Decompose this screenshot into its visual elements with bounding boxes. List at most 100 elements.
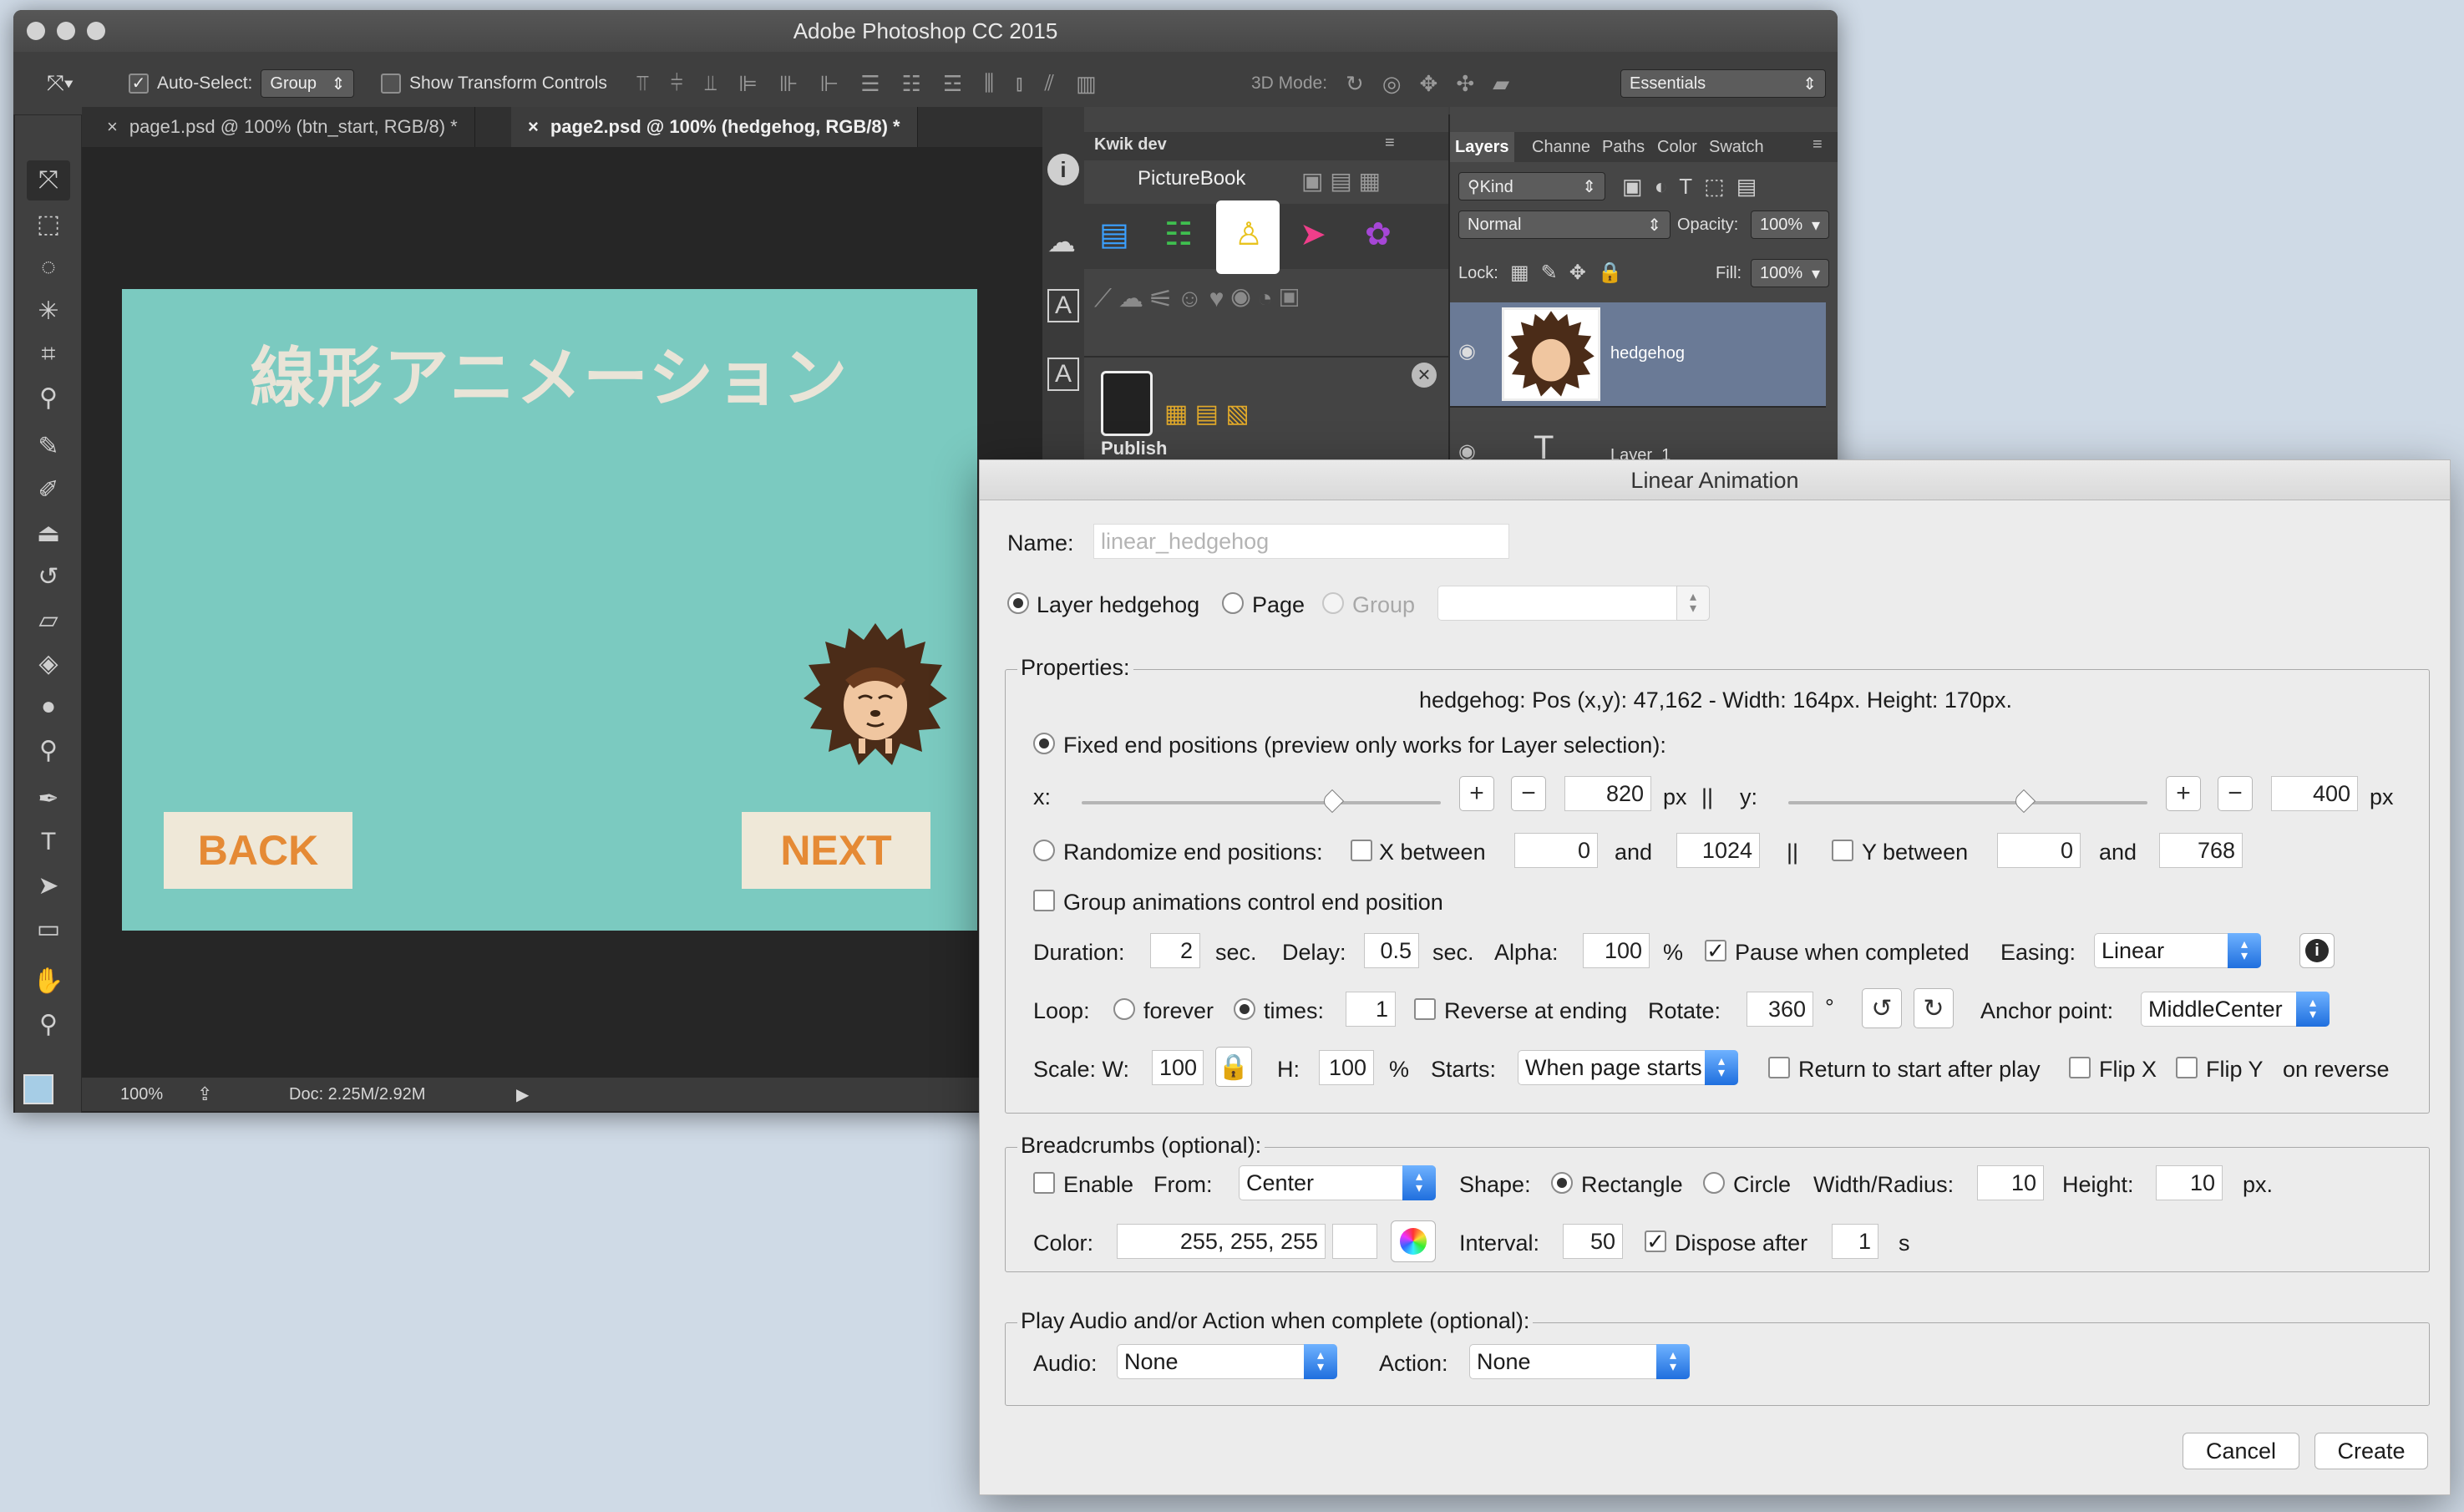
- pan-3d-icon[interactable]: ✥: [1420, 71, 1438, 97]
- kwik-layers-icon[interactable]: ☷: [1164, 216, 1193, 253]
- history-brush-tool-icon[interactable]: ↺: [27, 556, 70, 596]
- y-value-input[interactable]: 400: [2271, 776, 2358, 811]
- loop-times-radio[interactable]: [1234, 998, 1255, 1020]
- dodge-tool-icon[interactable]: ⚲: [27, 730, 70, 770]
- y-between-checkbox[interactable]: [1832, 840, 1853, 861]
- distribute-bottom-icon[interactable]: ☲: [943, 71, 962, 97]
- align-left-icon[interactable]: ⊫: [738, 71, 758, 97]
- doc-tab-page2[interactable]: × page2.psd @ 100% (hedgehog, RGB/8) *: [511, 107, 918, 147]
- name-input[interactable]: linear_hedgehog: [1093, 524, 1509, 559]
- minimize-window-button[interactable]: [57, 22, 75, 40]
- publish-options-icons[interactable]: ▦ ▤ ▧: [1164, 399, 1250, 429]
- show-transform-checkbox[interactable]: [381, 74, 401, 94]
- align-hcenter-icon[interactable]: ⊪: [779, 71, 799, 97]
- scale-h-input[interactable]: 100: [1319, 1050, 1374, 1085]
- zoom-level[interactable]: 100%: [120, 1085, 163, 1104]
- tab-paths[interactable]: Paths: [1597, 132, 1650, 162]
- x-between-checkbox[interactable]: [1351, 840, 1372, 861]
- eraser-tool-icon[interactable]: ▱: [27, 600, 70, 640]
- zoom-tool-icon[interactable]: ⚲: [27, 1004, 70, 1044]
- align-bottom-icon[interactable]: ⫫: [705, 70, 717, 97]
- tab-swatches[interactable]: Swatch: [1704, 132, 1769, 162]
- export-icon[interactable]: ⇪: [197, 1083, 212, 1105]
- color-picker-button[interactable]: [1391, 1220, 1436, 1262]
- opacity-field[interactable]: 100% ▾: [1751, 211, 1829, 239]
- paint-bucket-tool-icon[interactable]: ◈: [27, 643, 70, 683]
- kwik-interaction-icon[interactable]: ➤: [1300, 216, 1326, 253]
- rotate-input[interactable]: 360: [1747, 992, 1813, 1027]
- panel-menu-icon[interactable]: ≡: [1813, 135, 1823, 155]
- shape-rectangle-radio[interactable]: [1551, 1172, 1573, 1194]
- publish-label[interactable]: Publish: [1101, 438, 1167, 459]
- easing-select[interactable]: Linear ▴ ▾: [2094, 933, 2261, 968]
- workspace-dropdown[interactable]: Essentials ⇕: [1620, 69, 1826, 98]
- return-start-checkbox[interactable]: [1768, 1057, 1790, 1078]
- lock-icons[interactable]: ▦✎✥🔒: [1510, 261, 1635, 285]
- foreground-color-swatch[interactable]: [23, 1074, 53, 1104]
- reverse-ending-checkbox[interactable]: [1414, 998, 1436, 1020]
- distribute-left-icon[interactable]: ⫼: [984, 70, 994, 97]
- audio-select[interactable]: None ▴ ▾: [1117, 1344, 1337, 1379]
- publish-device-icon[interactable]: [1101, 371, 1153, 436]
- info-icon[interactable]: i: [1047, 154, 1079, 185]
- next-button[interactable]: NEXT: [742, 812, 930, 889]
- kwik-project-icons[interactable]: ▣ ▤ ▦: [1301, 167, 1381, 195]
- move-tool-icon[interactable]: ⤧▾: [47, 52, 74, 115]
- flip-x-checkbox[interactable]: [2069, 1057, 2091, 1078]
- target-layer-radio[interactable]: [1007, 592, 1029, 614]
- height-input[interactable]: 10: [2156, 1165, 2223, 1200]
- x-slider[interactable]: [1082, 789, 1441, 814]
- distribute-right-icon[interactable]: ⫽: [1044, 70, 1054, 97]
- distribute-hcenter-icon[interactable]: ⫾: [1016, 70, 1022, 97]
- zoom-window-button[interactable]: [87, 22, 105, 40]
- flip-y-checkbox[interactable]: [2176, 1057, 2198, 1078]
- x-max-input[interactable]: 1024: [1676, 833, 1760, 868]
- shape-circle-radio[interactable]: [1703, 1172, 1725, 1194]
- loop-times-input[interactable]: 1: [1346, 992, 1396, 1027]
- anchor-select[interactable]: MiddleCenter ▴ ▾: [2141, 992, 2330, 1027]
- kwik-animation-tools[interactable]: ⟋☁⚟☺♥◉◔▣: [1094, 284, 1306, 313]
- y-slider[interactable]: [1788, 789, 2147, 814]
- kwik-animation-tab[interactable]: ♙: [1216, 200, 1280, 274]
- pause-completed-checkbox[interactable]: ✓: [1705, 940, 1726, 961]
- lasso-tool-icon[interactable]: ◌: [27, 247, 70, 287]
- visibility-eye-icon[interactable]: ◉: [1458, 339, 1476, 363]
- align-right-icon[interactable]: ⊩: [820, 71, 839, 97]
- type-tool-icon[interactable]: T: [27, 822, 70, 862]
- from-select[interactable]: Center ▴ ▾: [1239, 1165, 1436, 1200]
- stamp-tool-icon[interactable]: ⏏: [27, 513, 70, 553]
- alpha-input[interactable]: 100: [1583, 933, 1650, 968]
- close-tab-icon[interactable]: ×: [107, 116, 118, 138]
- slide-3d-icon[interactable]: ✣: [1456, 71, 1474, 97]
- interval-input[interactable]: 50: [1563, 1224, 1623, 1259]
- auto-align-icon[interactable]: ▥: [1076, 71, 1097, 97]
- tab-color[interactable]: Color: [1652, 132, 1702, 162]
- action-select[interactable]: None ▴ ▾: [1469, 1344, 1690, 1379]
- pen-tool-icon[interactable]: ✒: [27, 779, 70, 819]
- close-window-button[interactable]: [27, 22, 45, 40]
- kwik-tab[interactable]: Kwik dev: [1094, 135, 1167, 155]
- duration-input[interactable]: 2: [1150, 933, 1200, 968]
- scale-w-input[interactable]: 100: [1152, 1050, 1204, 1085]
- scale-3d-icon[interactable]: ▰: [1493, 71, 1509, 97]
- delay-input[interactable]: 0.5: [1364, 933, 1419, 968]
- orbit-3d-icon[interactable]: ↻: [1346, 71, 1364, 97]
- healing-brush-tool-icon[interactable]: ✎: [27, 426, 70, 466]
- fill-field[interactable]: 100% ▾: [1751, 259, 1829, 287]
- blur-tool-icon[interactable]: ●: [27, 687, 70, 727]
- status-menu-arrow-icon[interactable]: ▶: [516, 1084, 529, 1105]
- y-max-input[interactable]: 768: [2159, 833, 2243, 868]
- rotate-ccw-button[interactable]: ↺: [1862, 988, 1902, 1028]
- align-vcenter-icon[interactable]: ⫩: [671, 70, 683, 97]
- x-plus-button[interactable]: +: [1459, 776, 1494, 811]
- color-input[interactable]: 255, 255, 255: [1117, 1224, 1326, 1259]
- tab-channels[interactable]: Channe: [1527, 132, 1595, 162]
- x-minus-button[interactable]: −: [1511, 776, 1546, 811]
- distribute-top-icon[interactable]: ☰: [860, 71, 880, 97]
- breadcrumbs-enable-checkbox[interactable]: [1033, 1172, 1055, 1194]
- layer-filter-dropdown[interactable]: ⚲Kind ⇕: [1458, 172, 1605, 200]
- y-minus-button[interactable]: −: [2218, 776, 2253, 811]
- kwik-settings-icon[interactable]: ✿: [1365, 216, 1392, 253]
- hedgehog-image[interactable]: [804, 622, 947, 769]
- dispose-after-input[interactable]: 1: [1832, 1224, 1878, 1259]
